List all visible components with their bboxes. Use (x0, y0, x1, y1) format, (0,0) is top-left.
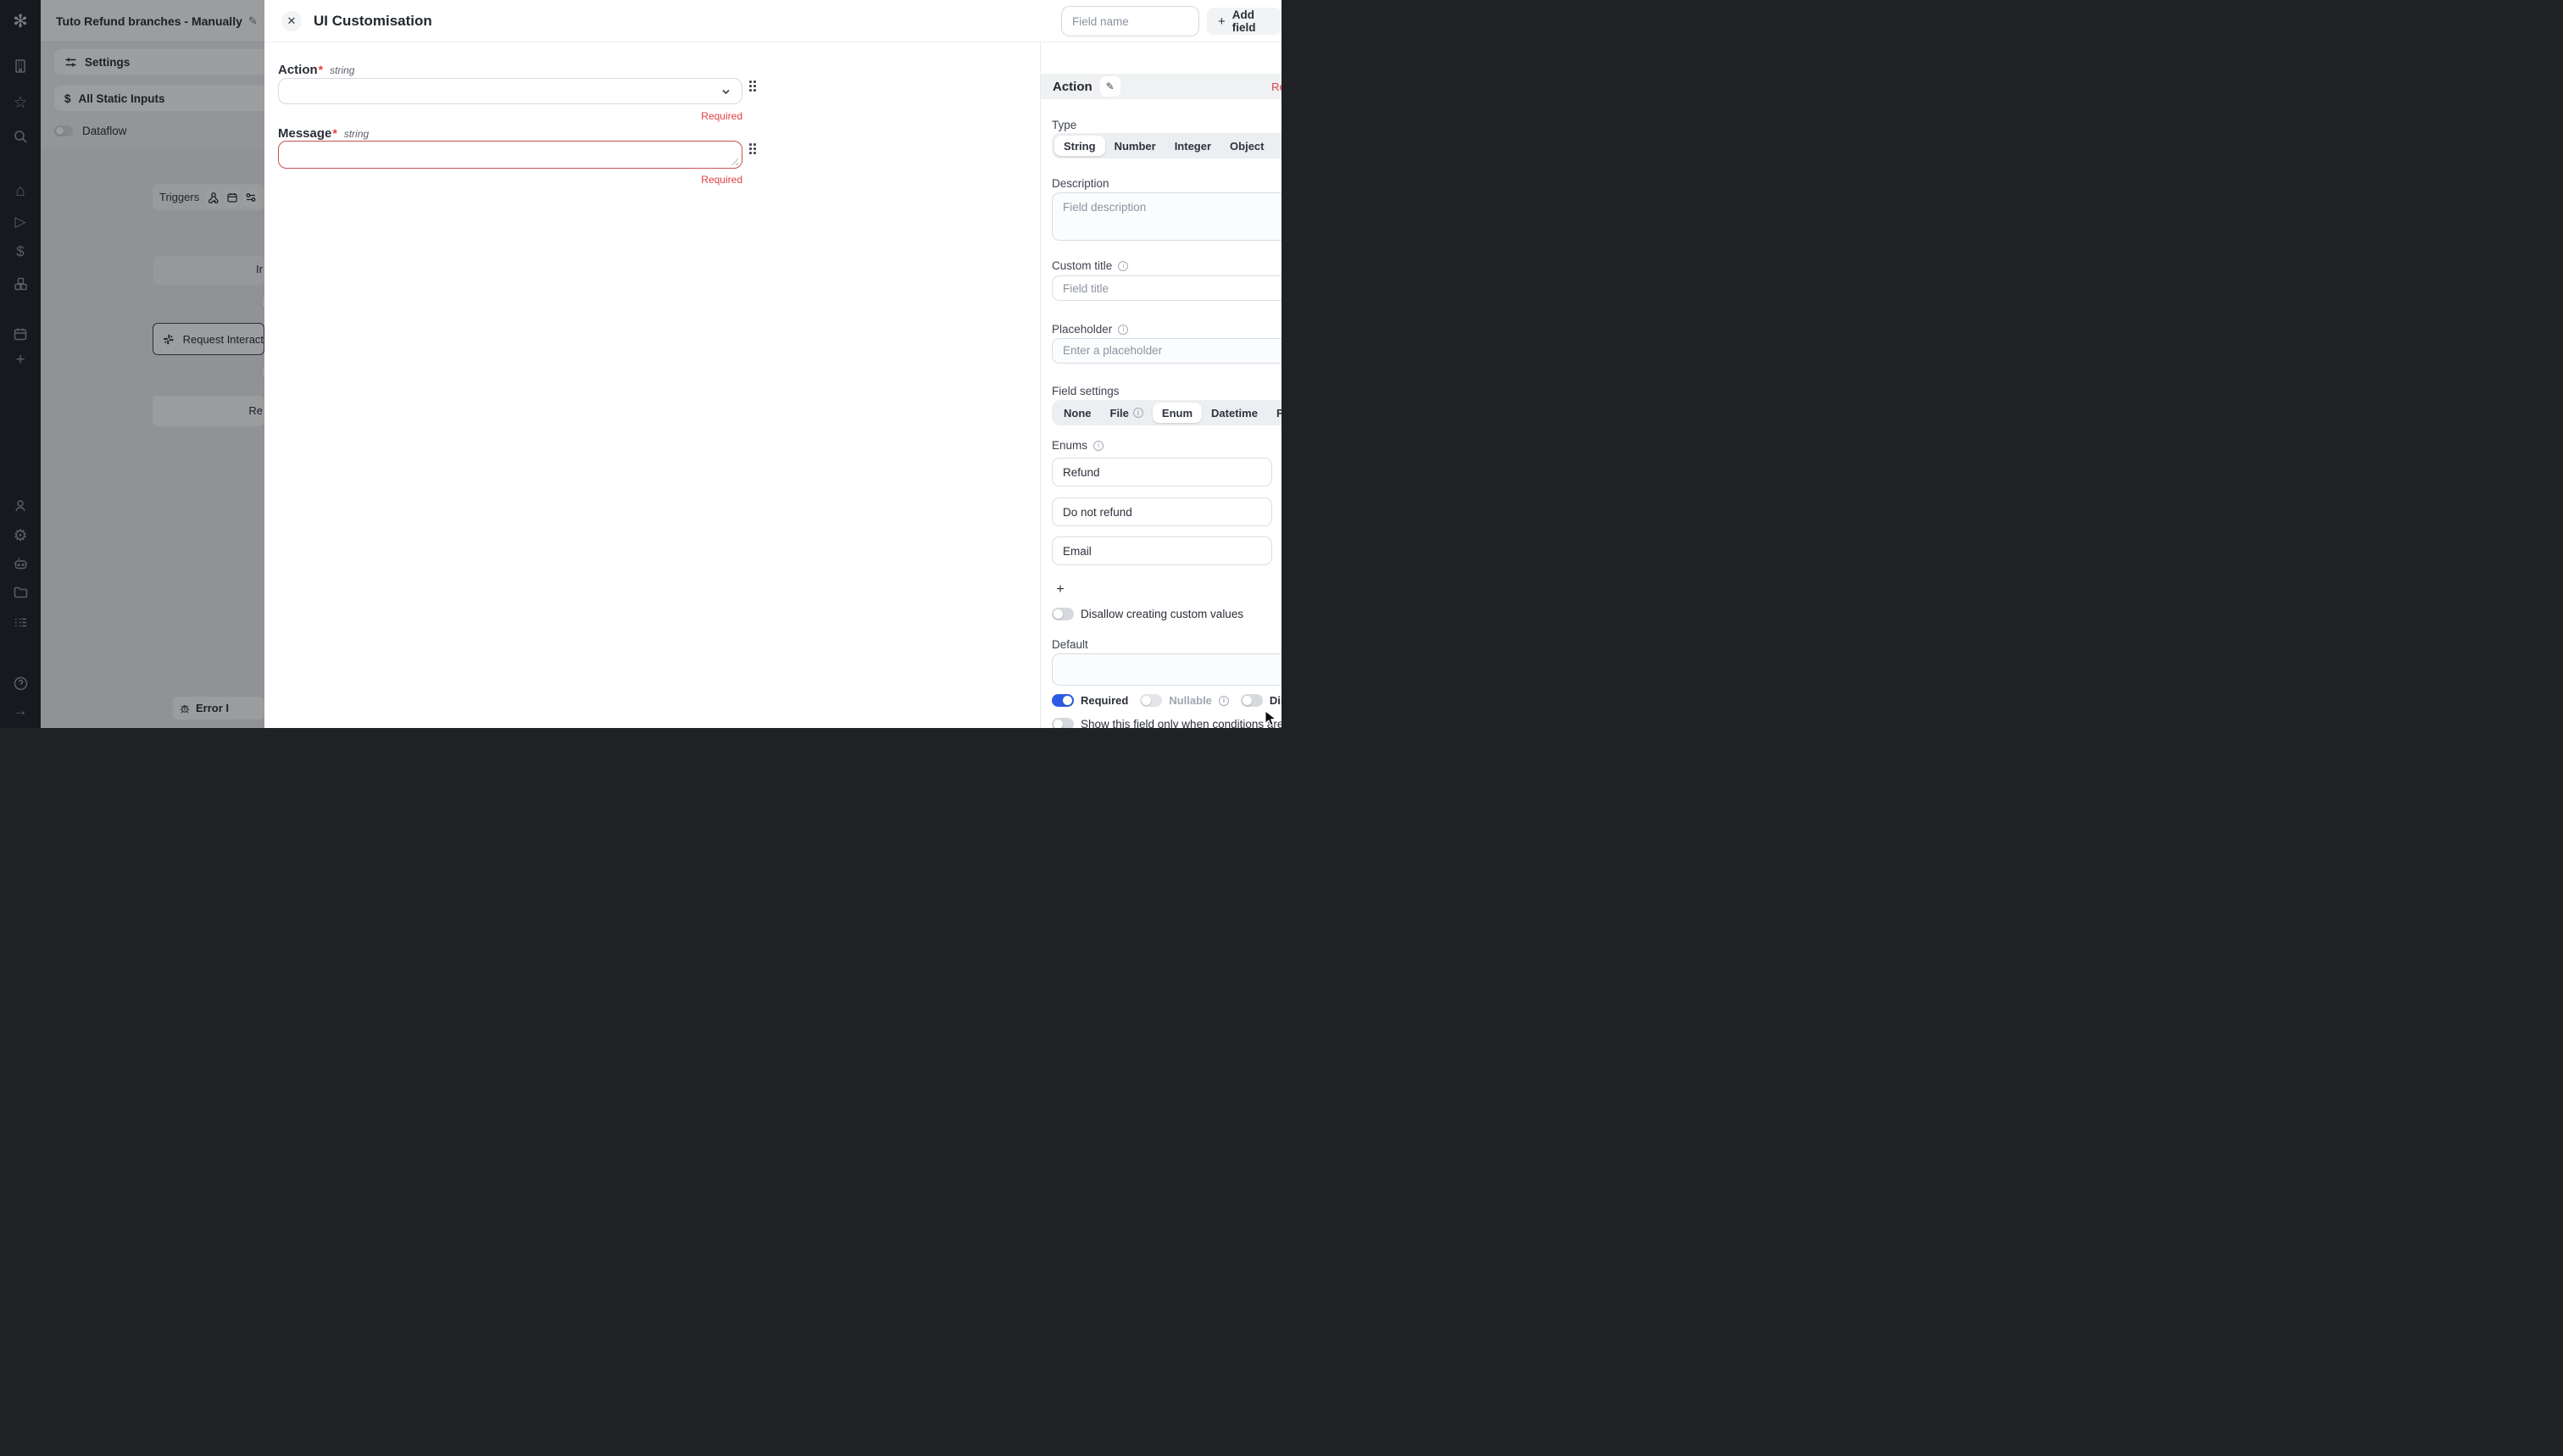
action-field-label: Action (278, 63, 318, 77)
modal-title: UI Customisation (314, 13, 432, 30)
tab-setting-none[interactable]: None (1054, 403, 1101, 423)
disallow-custom-values-label: Disallow creating custom values (1081, 608, 1243, 620)
description-label: Description (1052, 177, 1109, 190)
default-label: Default (1052, 638, 1088, 651)
modal-header: ✕ UI Customisation + Add field (264, 0, 1282, 42)
modal-backdrop[interactable] (0, 0, 264, 728)
default-textarea[interactable] (1052, 653, 1282, 686)
description-area-wrap (1052, 192, 1282, 241)
add-field-label: Add field (1232, 8, 1270, 34)
conditions-toggle[interactable] (1052, 718, 1074, 728)
required-status-badge: Required (1041, 81, 1282, 93)
add-enum-button[interactable]: + (1052, 581, 1069, 598)
resize-handle[interactable] (731, 158, 738, 165)
message-required-message: Required (278, 174, 742, 186)
disabled-toggle-label: Disabled (1270, 694, 1282, 707)
description-textarea[interactable] (1052, 192, 1282, 241)
chevron-down-icon (720, 86, 731, 97)
field-settings-label: Field settings (1052, 385, 1120, 397)
info-icon[interactable]: i (1133, 408, 1143, 418)
action-drag-handle[interactable] (749, 81, 756, 92)
enum-value-input[interactable] (1052, 497, 1272, 526)
tab-setting-datetime[interactable]: Datetime (1202, 403, 1267, 423)
tab-setting-format[interactable]: Format (1267, 403, 1282, 423)
info-icon[interactable]: i (1118, 325, 1128, 335)
required-toggle-label: Required (1081, 694, 1128, 707)
nullable-toggle-label: Nullable (1169, 694, 1212, 707)
type-label: Type (1052, 119, 1076, 131)
enums-label: Enumsi (1052, 439, 1104, 452)
required-asterisk: * (332, 126, 336, 140)
type-tabs: String Number Integer Object OneOf Array… (1052, 133, 1282, 158)
screen: ✻ ☆ ⌂ ▷ $ + ⚙ → Tuto Refund branches - M… (0, 0, 1282, 728)
ui-customisation-modal: ✕ UI Customisation + Add field Action* s… (264, 0, 1282, 728)
mouse-cursor (1265, 710, 1279, 727)
placeholder-label: Placeholderi (1052, 323, 1128, 336)
conditions-label: Show this field only when conditions are… (1081, 718, 1282, 728)
info-icon[interactable]: i (1118, 261, 1128, 271)
info-icon[interactable]: i (1219, 696, 1229, 706)
required-asterisk: * (319, 63, 323, 76)
tab-type-object[interactable]: Object (1220, 136, 1273, 156)
action-field-type: string (330, 64, 354, 76)
nullable-toggle[interactable] (1140, 694, 1162, 707)
custom-title-label: Custom titlei (1052, 259, 1128, 272)
plus-icon: + (1218, 14, 1226, 29)
tab-setting-file[interactable]: Filei (1101, 403, 1153, 423)
tab-type-number[interactable]: Number (1105, 136, 1165, 156)
disabled-toggle[interactable] (1241, 694, 1263, 707)
close-modal-button[interactable]: ✕ (281, 11, 302, 31)
message-field-type: string (344, 128, 369, 140)
disallow-custom-values-toggle[interactable] (1052, 608, 1074, 620)
message-textarea[interactable] (278, 141, 742, 169)
tab-type-integer[interactable]: Integer (1165, 136, 1220, 156)
tab-type-oneof[interactable]: OneOf (1274, 136, 1282, 156)
placeholder-area-wrap (1052, 338, 1282, 364)
form-preview-column: Action* string Required Message* string … (264, 42, 776, 728)
tab-setting-enum[interactable]: Enum (1153, 403, 1202, 423)
info-icon[interactable]: i (1093, 441, 1104, 451)
close-icon: ✕ (287, 14, 297, 28)
custom-title-input[interactable] (1052, 275, 1282, 301)
inspector-header-bar: Action ✎ Required ✕ (1041, 74, 1282, 99)
action-select[interactable] (278, 78, 742, 104)
required-toggle[interactable] (1052, 694, 1074, 707)
default-area-wrap (1052, 653, 1282, 686)
background-app: ✻ ☆ ⌂ ▷ $ + ⚙ → Tuto Refund branches - M… (0, 0, 264, 728)
add-field-button[interactable]: + Add field (1207, 8, 1282, 35)
field-inspector: JSON editor i Action ✎ Required ✕ Type S… (1040, 42, 1282, 728)
message-field-label: Message (278, 126, 331, 141)
action-required-message: Required (278, 110, 742, 122)
placeholder-textarea[interactable] (1052, 338, 1282, 364)
field-name-input[interactable] (1061, 6, 1199, 36)
tab-type-string[interactable]: String (1054, 136, 1105, 156)
field-settings-tabs: None Filei Enum Datetime Format Pattern (1052, 400, 1282, 425)
enum-value-input[interactable] (1052, 536, 1272, 565)
message-drag-handle[interactable] (749, 143, 756, 154)
enum-value-input[interactable] (1052, 458, 1272, 486)
